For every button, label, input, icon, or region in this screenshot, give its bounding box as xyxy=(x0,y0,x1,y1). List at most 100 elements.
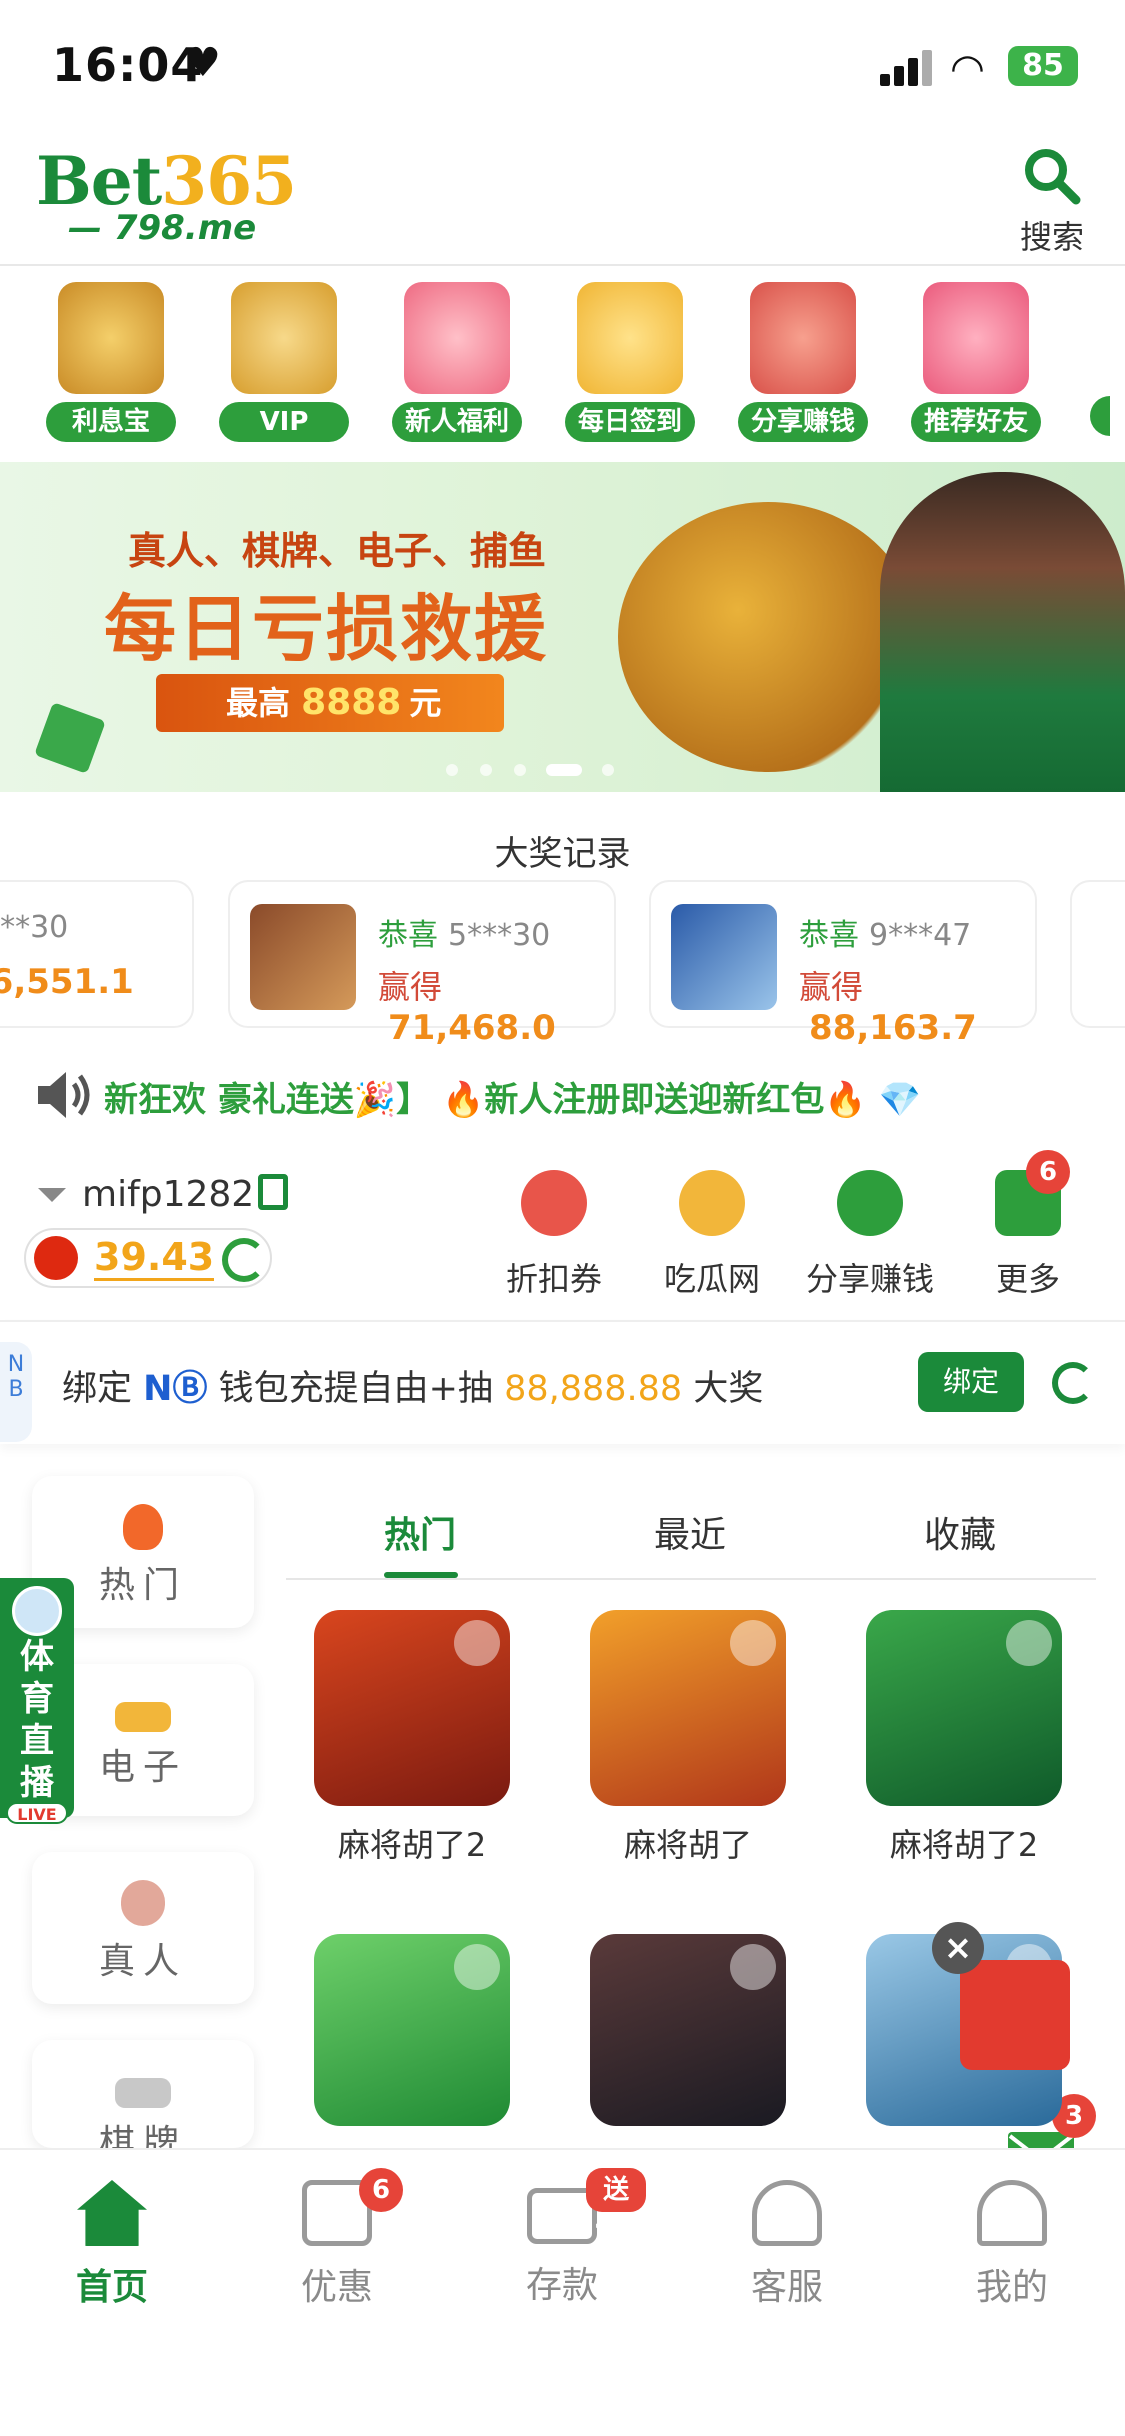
nav-promos[interactable]: 优惠 6 xyxy=(267,2168,407,2310)
quick-item-vip[interactable]: VIP xyxy=(219,282,349,452)
red-envelope-icon[interactable] xyxy=(960,1960,1070,2070)
gift-box-icon xyxy=(404,282,510,394)
game-thumbnail xyxy=(250,904,356,1010)
star-icon[interactable] xyxy=(730,1620,776,1666)
caret-down-icon[interactable] xyxy=(38,1188,66,1202)
person-icon xyxy=(977,2180,1047,2246)
copy-icon[interactable] xyxy=(258,1174,288,1210)
refresh-icon[interactable] xyxy=(1052,1362,1094,1404)
marquee-text: 新狂欢 豪礼连送🎉】 🔥新人注册即送迎新红包🔥 💎 xyxy=(104,1080,921,1120)
bind-wallet-bar: N B 绑定 NⒷ 钱包充提自由+抽 88,888.88 大奖 绑定 xyxy=(0,1320,1125,1444)
game-tile[interactable] xyxy=(314,1934,510,2126)
nav-label: 首页 xyxy=(75,2267,148,2308)
winner-amount: 56,551.1 xyxy=(0,962,134,1002)
quick-item-label: 每日签到 xyxy=(565,402,695,442)
bind-button[interactable]: 绑定 xyxy=(918,1352,1024,1412)
nav-label: 优惠 xyxy=(300,2267,373,2308)
quick-item-refer[interactable]: 推荐好友 xyxy=(911,282,1041,452)
side-tab[interactable]: N B xyxy=(0,1342,32,1442)
quick-item-label: 推荐好友 xyxy=(911,402,1041,442)
banner-subtitle: 真人、棋牌、电子、捕鱼 xyxy=(128,529,547,573)
wifi-icon: ◠ xyxy=(950,46,985,92)
pill-prefix: 最高 xyxy=(226,684,291,722)
status-bar: 16:04 ♥ ◠ 85 xyxy=(0,0,1125,130)
action-label: 分享赚钱 xyxy=(805,1260,934,1298)
calendar-check-icon xyxy=(577,282,683,394)
quick-menu: 利息宝 VIP 新人福利 每日签到 分享赚钱 推荐好友 xyxy=(0,268,1125,458)
tab-favorites[interactable]: 收藏 xyxy=(924,1506,996,1558)
game-tile[interactable] xyxy=(866,1610,1062,1806)
nav-support[interactable]: 客服 xyxy=(717,2180,857,2310)
star-icon[interactable] xyxy=(454,1620,500,1666)
account-panel: mifp1282 39.43 折扣券 吃瓜网 分享赚钱 更多 6 xyxy=(0,1150,1125,1320)
deposit-badge: 送2% xyxy=(586,2168,647,2249)
cards-icon xyxy=(115,2078,171,2108)
balance-value: 39.43 xyxy=(94,1235,215,1281)
winner-amount: 71,468.0 xyxy=(388,1008,556,1048)
game-name: 麻将胡了2 xyxy=(337,1826,487,1864)
winner-card[interactable]: 9***30 56,551.1 xyxy=(0,880,194,1028)
nav-label: 客服 xyxy=(750,2267,823,2308)
live-badge: LIVE xyxy=(6,1802,68,1824)
app-header: Bet365 — 798.me 搜索 xyxy=(0,130,1125,266)
promo-banner[interactable]: 真人、棋牌、电子、捕鱼 每日亏损救援 最高 8888 元 xyxy=(0,462,1125,792)
quick-item-interest[interactable]: 利息宝 xyxy=(46,282,176,452)
action-more[interactable]: 更多 6 xyxy=(958,1150,1098,1300)
quick-item-checkin[interactable]: 每日签到 xyxy=(565,282,695,452)
nav-deposit[interactable]: 存款 送2% xyxy=(492,2168,647,2308)
battery-icon: 85 xyxy=(1008,46,1078,86)
star-icon[interactable] xyxy=(730,1944,776,1990)
banner-amount-pill: 最高 8888 元 xyxy=(156,674,504,732)
game-name: 麻将胡了2 xyxy=(889,1826,1039,1864)
game-tile[interactable] xyxy=(590,1610,786,1806)
mascot-illustration xyxy=(618,502,918,772)
announcement-marquee[interactable]: 新狂欢 豪礼连送🎉】 🔥新人注册即送迎新红包🔥 💎 3 xyxy=(0,1058,1125,2180)
game-tabs: 热门 最近 收藏 xyxy=(286,1490,1096,1580)
quick-more-peek xyxy=(1090,396,1110,436)
winner-user: 9***47 xyxy=(869,918,972,953)
game-tile[interactable] xyxy=(314,1610,510,1806)
emoji-face-icon xyxy=(679,1170,745,1236)
bind-pre: 绑定 xyxy=(62,1369,133,1409)
username: mifp1282 xyxy=(82,1174,255,1215)
tab-underline xyxy=(384,1572,458,1578)
winner-congrats: 恭喜 xyxy=(799,918,859,953)
action-share[interactable]: 分享赚钱 xyxy=(800,1160,940,1300)
search-icon[interactable] xyxy=(1020,144,1082,206)
tab-recent[interactable]: 最近 xyxy=(654,1506,726,1558)
pill-amount: 8888 xyxy=(301,682,402,723)
sports-label: 体育直播 xyxy=(20,1637,54,1803)
star-icon[interactable] xyxy=(454,1944,500,1990)
quick-item-share[interactable]: 分享赚钱 xyxy=(738,282,868,452)
category-live[interactable]: 真人 xyxy=(32,1852,254,2004)
close-icon[interactable]: × xyxy=(932,1922,984,1974)
nav-home[interactable]: 首页 xyxy=(42,2180,182,2310)
nav-profile[interactable]: 我的 xyxy=(942,2180,1082,2310)
status-time: 16:04 xyxy=(52,38,204,92)
action-gossip[interactable]: 吃瓜网 xyxy=(642,1160,782,1300)
winner-amount: 88,163.7 xyxy=(809,1008,977,1048)
wallet-brand: NⒷ xyxy=(143,1369,208,1409)
winner-card[interactable]: 恭喜 9***47 赢得88,163.7 xyxy=(649,880,1037,1048)
action-coupon[interactable]: 折扣券 xyxy=(484,1160,624,1300)
slot-777-icon xyxy=(115,1702,171,1732)
bind-mid: 钱包充提自由+抽 xyxy=(218,1369,493,1409)
banner-title: 每日亏损救援 xyxy=(104,587,549,671)
money-bag-icon xyxy=(58,282,164,394)
tab-hot[interactable]: 热门 xyxy=(384,1506,456,1558)
refresh-balance-icon[interactable] xyxy=(222,1238,266,1282)
group-icon xyxy=(837,1170,903,1236)
game-tile[interactable] xyxy=(590,1934,786,2126)
quick-item-newbie[interactable]: 新人福利 xyxy=(392,282,522,452)
category-cards[interactable]: 棋牌 xyxy=(32,2040,254,2148)
nav-label: 存款 xyxy=(525,2265,598,2306)
game-name: 麻将胡了 xyxy=(623,1826,752,1864)
sports-live-float[interactable]: 体育直播 LIVE xyxy=(0,1578,74,1824)
winners-title: 大奖记录 xyxy=(494,834,631,874)
star-icon[interactable] xyxy=(1006,1620,1052,1666)
action-label: 吃瓜网 xyxy=(663,1260,760,1298)
winner-card[interactable]: 恭喜 5***30 赢得71,468.0 xyxy=(228,880,616,1048)
search-label[interactable]: 搜索 xyxy=(1020,212,1084,258)
home-icon xyxy=(77,2180,147,2246)
percent-badge-icon xyxy=(521,1170,587,1236)
